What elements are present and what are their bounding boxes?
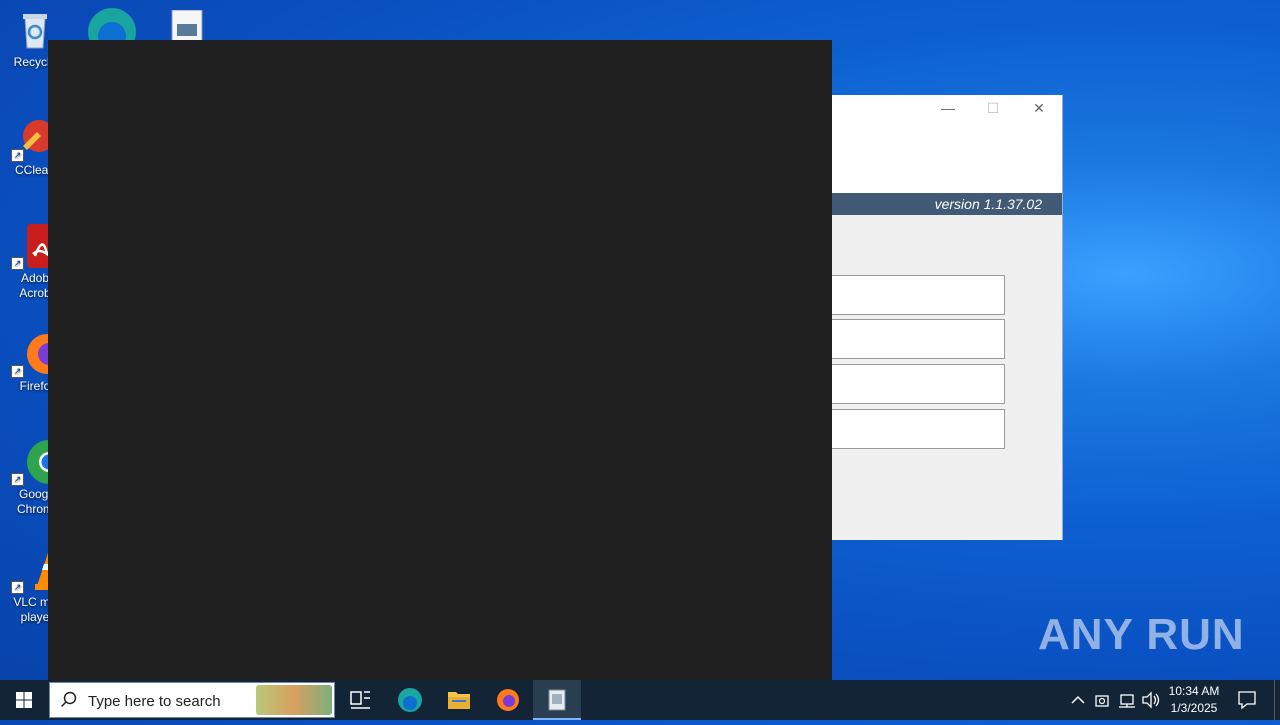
firefox-icon bbox=[497, 689, 519, 711]
shortcut-arrow-icon: ↗ bbox=[11, 257, 24, 270]
start-button[interactable] bbox=[0, 680, 48, 720]
taskbar-file-explorer[interactable] bbox=[435, 680, 483, 720]
version-label: version 1.1.37.02 bbox=[832, 193, 1062, 215]
taskbar-search-box[interactable]: Type here to search bbox=[49, 682, 335, 718]
app-titlebar[interactable]: — ☐ ✕ bbox=[832, 95, 1062, 193]
document-desktop-icon[interactable] bbox=[170, 10, 204, 40]
taskbar-active-app[interactable] bbox=[533, 680, 581, 720]
shortcut-arrow-icon: ↗ bbox=[11, 473, 24, 486]
windows-logo-icon bbox=[16, 692, 32, 708]
network-button[interactable] bbox=[1117, 690, 1137, 713]
app-icon bbox=[548, 689, 566, 711]
minimize-button[interactable]: — bbox=[925, 97, 971, 119]
close-button[interactable]: ✕ bbox=[1016, 97, 1062, 119]
show-desktop-button[interactable] bbox=[1274, 680, 1280, 720]
clock-time: 10:34 AM bbox=[1168, 684, 1220, 698]
input-field-1[interactable] bbox=[832, 275, 1005, 315]
watermark-text: ANY RUN bbox=[1038, 610, 1245, 659]
speaker-icon bbox=[1142, 691, 1160, 709]
edge-desktop-icon[interactable] bbox=[86, 6, 138, 40]
network-icon bbox=[1119, 694, 1135, 708]
search-highlight-image bbox=[256, 685, 332, 715]
clock-date: 1/3/2025 bbox=[1170, 701, 1218, 715]
volume-button[interactable] bbox=[1141, 690, 1161, 713]
shortcut-arrow-icon: ↗ bbox=[11, 581, 24, 594]
clock[interactable]: 10:34 AM 1/3/2025 bbox=[1164, 683, 1224, 717]
taskbar: Type here to search 10:34 AM 1/3/2025 bbox=[0, 680, 1280, 720]
app-window[interactable]: — ☐ ✕ version 1.1.37.02 bbox=[832, 95, 1063, 540]
input-field-2[interactable] bbox=[832, 319, 1005, 359]
taskbar-firefox[interactable] bbox=[484, 680, 532, 720]
anyrun-watermark: ANY RUN bbox=[1038, 610, 1245, 660]
chevron-up-icon bbox=[1071, 695, 1085, 704]
camera-icon bbox=[1095, 695, 1109, 707]
notification-center-button[interactable] bbox=[1236, 689, 1258, 714]
shortcut-arrow-icon: ↗ bbox=[11, 365, 24, 378]
search-placeholder: Type here to search bbox=[88, 693, 221, 710]
search-icon bbox=[60, 691, 77, 708]
task-view-button[interactable] bbox=[336, 680, 384, 720]
input-field-4[interactable] bbox=[832, 409, 1005, 449]
show-hidden-icons-button[interactable] bbox=[1068, 690, 1088, 713]
console-window[interactable] bbox=[48, 40, 832, 680]
edge-icon bbox=[398, 688, 422, 712]
taskbar-edge[interactable] bbox=[386, 680, 434, 720]
shortcut-arrow-icon: ↗ bbox=[11, 149, 24, 162]
maximize-button[interactable]: ☐ bbox=[970, 97, 1016, 119]
task-view-icon bbox=[350, 691, 370, 709]
input-field-3[interactable] bbox=[832, 364, 1005, 404]
meet-now-button[interactable] bbox=[1094, 690, 1112, 713]
notification-icon bbox=[1238, 691, 1256, 710]
file-explorer-icon bbox=[448, 692, 470, 709]
